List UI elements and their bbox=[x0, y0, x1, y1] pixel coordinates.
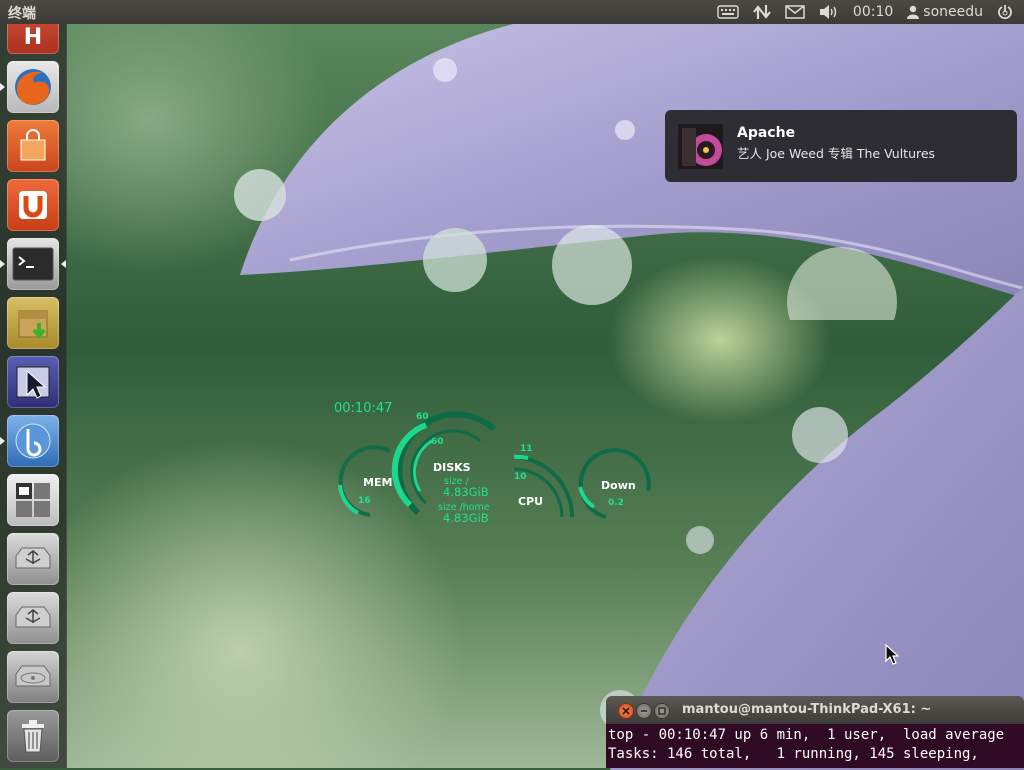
terminal-output[interactable]: top - 00:10:47 up 6 min, 1 user, load av… bbox=[606, 724, 1024, 768]
user-menu[interactable]: soneedu bbox=[900, 0, 990, 24]
maximize-icon bbox=[658, 707, 666, 715]
keyboard-icon[interactable] bbox=[710, 0, 746, 24]
ubuntu-one-icon bbox=[19, 191, 47, 219]
notification-title: Apache bbox=[737, 125, 796, 141]
down-value: 0.2 bbox=[608, 498, 624, 508]
launcher-item-firefox[interactable] bbox=[0, 61, 59, 113]
disks-label: DISKS bbox=[433, 461, 471, 474]
unity-launcher: H bbox=[0, 2, 67, 768]
terminal-line: Tasks: 146 total, 1 running, 145 sleepin… bbox=[608, 746, 979, 762]
maximize-button[interactable] bbox=[654, 703, 670, 719]
trash-icon bbox=[22, 720, 44, 753]
firefox-icon bbox=[15, 69, 51, 105]
launcher-item-pointer-app[interactable] bbox=[7, 356, 59, 408]
launcher-item-usb-drive-2[interactable] bbox=[7, 592, 59, 644]
conky-time: 00:10:47 bbox=[334, 401, 393, 416]
workspaces-icon bbox=[16, 483, 50, 517]
running-indicator bbox=[0, 437, 5, 445]
launcher-item-terminal[interactable] bbox=[0, 238, 66, 290]
user-name: soneedu bbox=[923, 4, 983, 20]
size-root-value: 4.83GiB bbox=[443, 485, 489, 499]
app-glyph-icon: H bbox=[23, 24, 43, 50]
size-home-value: 4.83GiB bbox=[443, 511, 489, 525]
disks-tick-1: 60 bbox=[416, 412, 429, 422]
shopping-bag-icon bbox=[20, 129, 46, 161]
mouse-pointer-icon bbox=[885, 644, 899, 665]
terminal-line: top - 00:10:47 up 6 min, 1 user, load av… bbox=[608, 727, 1005, 743]
mail-icon[interactable] bbox=[778, 0, 812, 24]
conky-system-monitor: 00:10:47 MEM 16 60 60 DISKS size / 4.83G… bbox=[330, 395, 660, 535]
network-icon[interactable] bbox=[746, 0, 778, 24]
launcher-item-usb-drive-1[interactable] bbox=[7, 533, 59, 585]
close-button[interactable] bbox=[618, 703, 634, 719]
launcher-item-trash[interactable] bbox=[7, 710, 59, 762]
launcher-item-banshee[interactable] bbox=[0, 415, 59, 467]
notification-body: 艺人 Joe Weed 专辑 The Vultures bbox=[737, 146, 936, 161]
minimize-button[interactable] bbox=[636, 703, 652, 719]
album-cover bbox=[678, 124, 723, 169]
cpu-label: CPU bbox=[518, 495, 544, 508]
down-label: Down bbox=[601, 479, 636, 492]
launcher-item-software-center[interactable] bbox=[7, 120, 59, 172]
running-indicator bbox=[0, 260, 5, 268]
cpu-tick-2: 10 bbox=[514, 472, 527, 482]
cpu-tick-1: 11 bbox=[520, 444, 533, 454]
package-icon bbox=[18, 310, 48, 340]
pointer-icon bbox=[16, 366, 50, 399]
user-icon bbox=[907, 5, 920, 19]
album-art-icon bbox=[678, 124, 723, 169]
power-icon[interactable] bbox=[990, 0, 1020, 24]
usb-drive-icon bbox=[15, 606, 51, 628]
terminal-window[interactable]: mantou@mantou-ThinkPad-X61: ~ top - 00:1… bbox=[606, 696, 1024, 768]
terminal-titlebar[interactable]: mantou@mantou-ThinkPad-X61: ~ bbox=[606, 696, 1024, 724]
indicator-area: 00:10 soneedu bbox=[710, 0, 1020, 24]
usb-drive-icon bbox=[15, 547, 51, 569]
mem-label: MEM bbox=[363, 476, 393, 489]
close-icon bbox=[622, 707, 630, 715]
active-app-title: 终端 bbox=[8, 6, 36, 22]
launcher-item-hard-disk[interactable] bbox=[7, 651, 59, 703]
top-panel: 终端 00:10 soneedu bbox=[0, 0, 1024, 24]
banshee-icon bbox=[15, 423, 51, 459]
hard-disk-icon bbox=[15, 665, 51, 687]
terminal-icon bbox=[12, 247, 54, 281]
minimize-icon bbox=[641, 710, 647, 712]
launcher-item-ubuntu-one[interactable] bbox=[7, 179, 59, 231]
volume-icon[interactable] bbox=[812, 0, 846, 24]
conky-gauges bbox=[338, 411, 651, 519]
active-indicator bbox=[61, 260, 66, 268]
launcher-item-workspace-switcher[interactable] bbox=[7, 474, 59, 526]
mem-value: 16 bbox=[358, 496, 371, 506]
launcher-item-archive-manager[interactable] bbox=[7, 297, 59, 349]
running-indicator bbox=[0, 83, 5, 91]
disks-tick-2: 60 bbox=[431, 437, 444, 447]
music-notification: Apache 艺人 Joe Weed 专辑 The Vultures bbox=[665, 110, 1017, 182]
clock[interactable]: 00:10 bbox=[846, 0, 900, 24]
terminal-title: mantou@mantou-ThinkPad-X61: ~ bbox=[682, 702, 932, 717]
